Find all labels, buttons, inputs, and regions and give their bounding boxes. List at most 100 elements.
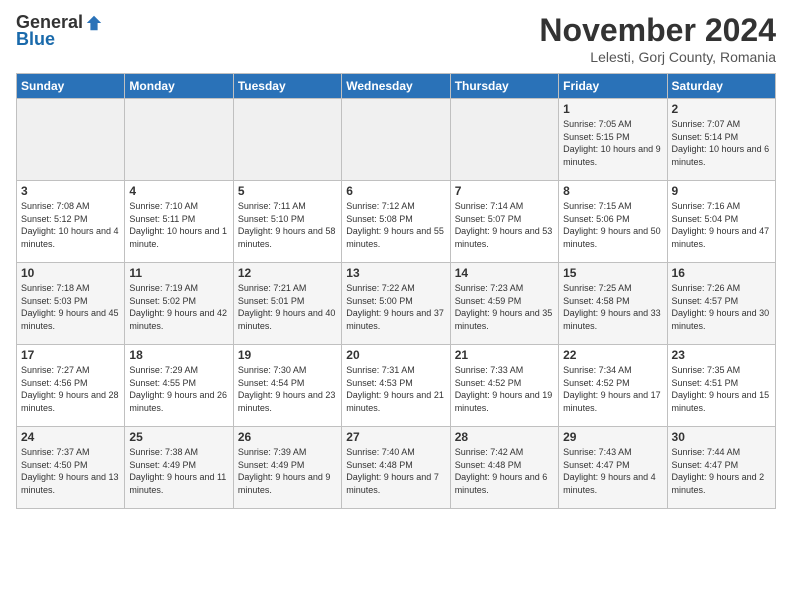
day-info: Sunrise: 7:40 AM Sunset: 4:48 PM Dayligh…	[346, 446, 445, 496]
calendar-cell: 12Sunrise: 7:21 AM Sunset: 5:01 PM Dayli…	[233, 263, 341, 345]
day-header-wednesday: Wednesday	[342, 74, 450, 99]
day-number: 21	[455, 348, 554, 362]
calendar-cell: 1 Sunrise: 7:05 AM Sunset: 5:15 PM Daylig…	[559, 99, 667, 181]
calendar-cell	[125, 99, 233, 181]
calendar-cell: 17 Sunrise: 7:27 AM Sunset: 4:56 PM Dayli…	[17, 345, 125, 427]
day-number: 29	[563, 430, 662, 444]
day-info: Sunrise: 7:08 AM Sunset: 5:12 PM Dayligh…	[21, 200, 120, 250]
day-info: Sunrise: 7:16 AM Sunset: 5:04 PM Dayligh…	[672, 200, 771, 250]
day-number: 13	[346, 266, 445, 280]
calendar-cell: 21 Sunrise: 7:33 AM Sunset: 4:52 PM Dayli…	[450, 345, 558, 427]
day-info: Sunrise: 7:22 AM Sunset: 5:00 PM Dayligh…	[346, 282, 445, 332]
week-row-2: 10Sunrise: 7:18 AM Sunset: 5:03 PM Dayli…	[17, 263, 776, 345]
week-row-1: 3Sunrise: 7:08 AM Sunset: 5:12 PM Daylig…	[17, 181, 776, 263]
day-header-tuesday: Tuesday	[233, 74, 341, 99]
week-row-3: 17 Sunrise: 7:27 AM Sunset: 4:56 PM Dayli…	[17, 345, 776, 427]
day-info: Sunrise: 7:43 AM Sunset: 4:47 PM Dayligh…	[563, 446, 662, 496]
day-info: Sunrise: 7:05 AM Sunset: 5:15 PM Dayligh…	[563, 118, 662, 168]
day-info: Sunrise: 7:14 AM Sunset: 5:07 PM Dayligh…	[455, 200, 554, 250]
day-number: 22	[563, 348, 662, 362]
day-number: 27	[346, 430, 445, 444]
calendar-cell: 2Sunrise: 7:07 AM Sunset: 5:14 PM Daylig…	[667, 99, 775, 181]
day-info: Sunrise: 7:10 AM Sunset: 5:11 PM Dayligh…	[129, 200, 228, 250]
calendar-cell	[233, 99, 341, 181]
day-number: 15	[563, 266, 662, 280]
calendar-cell: 27 Sunrise: 7:40 AM Sunset: 4:48 PM Dayli…	[342, 427, 450, 509]
calendar-cell: 28 Sunrise: 7:42 AM Sunset: 4:48 PM Dayli…	[450, 427, 558, 509]
calendar-cell: 14Sunrise: 7:23 AM Sunset: 4:59 PM Dayli…	[450, 263, 558, 345]
logo-icon	[85, 14, 103, 32]
logo: General Blue	[16, 12, 103, 50]
calendar-cell: 29 Sunrise: 7:43 AM Sunset: 4:47 PM Dayli…	[559, 427, 667, 509]
calendar-header: SundayMondayTuesdayWednesdayThursdayFrid…	[17, 74, 776, 99]
calendar-cell: 18 Sunrise: 7:29 AM Sunset: 4:55 PM Dayli…	[125, 345, 233, 427]
day-number: 16	[672, 266, 771, 280]
header: General Blue November 2024 Lelesti, Gorj…	[16, 12, 776, 65]
calendar-cell	[450, 99, 558, 181]
week-row-4: 24 Sunrise: 7:37 AM Sunset: 4:50 PM Dayli…	[17, 427, 776, 509]
calendar-cell: 19Sunrise: 7:30 AM Sunset: 4:54 PM Dayli…	[233, 345, 341, 427]
day-number: 12	[238, 266, 337, 280]
day-info: Sunrise: 7:39 AM Sunset: 4:49 PM Dayligh…	[238, 446, 337, 496]
calendar-cell: 24 Sunrise: 7:37 AM Sunset: 4:50 PM Dayli…	[17, 427, 125, 509]
calendar-cell: 10Sunrise: 7:18 AM Sunset: 5:03 PM Dayli…	[17, 263, 125, 345]
day-info: Sunrise: 7:11 AM Sunset: 5:10 PM Dayligh…	[238, 200, 337, 250]
day-info: Sunrise: 7:29 AM Sunset: 4:55 PM Dayligh…	[129, 364, 228, 414]
calendar-cell: 25 Sunrise: 7:38 AM Sunset: 4:49 PM Dayli…	[125, 427, 233, 509]
day-number: 2	[672, 102, 771, 116]
calendar-cell: 23Sunrise: 7:35 AM Sunset: 4:51 PM Dayli…	[667, 345, 775, 427]
day-number: 23	[672, 348, 771, 362]
day-header-thursday: Thursday	[450, 74, 558, 99]
month-title: November 2024	[539, 12, 776, 49]
calendar-cell: 3Sunrise: 7:08 AM Sunset: 5:12 PM Daylig…	[17, 181, 125, 263]
calendar-cell: 5 Sunrise: 7:11 AM Sunset: 5:10 PM Daylig…	[233, 181, 341, 263]
day-number: 25	[129, 430, 228, 444]
calendar-body: 1 Sunrise: 7:05 AM Sunset: 5:15 PM Daylig…	[17, 99, 776, 509]
calendar-cell: 4Sunrise: 7:10 AM Sunset: 5:11 PM Daylig…	[125, 181, 233, 263]
calendar-cell: 22 Sunrise: 7:34 AM Sunset: 4:52 PM Dayli…	[559, 345, 667, 427]
day-info: Sunrise: 7:34 AM Sunset: 4:52 PM Dayligh…	[563, 364, 662, 414]
calendar-cell: 26 Sunrise: 7:39 AM Sunset: 4:49 PM Dayli…	[233, 427, 341, 509]
calendar-cell: 20 Sunrise: 7:31 AM Sunset: 4:53 PM Dayli…	[342, 345, 450, 427]
day-number: 18	[129, 348, 228, 362]
header-row: SundayMondayTuesdayWednesdayThursdayFrid…	[17, 74, 776, 99]
day-header-friday: Friday	[559, 74, 667, 99]
day-info: Sunrise: 7:38 AM Sunset: 4:49 PM Dayligh…	[129, 446, 228, 496]
day-number: 28	[455, 430, 554, 444]
day-number: 5	[238, 184, 337, 198]
day-info: Sunrise: 7:25 AM Sunset: 4:58 PM Dayligh…	[563, 282, 662, 332]
day-number: 11	[129, 266, 228, 280]
day-number: 20	[346, 348, 445, 362]
calendar-cell: 30 Sunrise: 7:44 AM Sunset: 4:47 PM Dayli…	[667, 427, 775, 509]
day-info: Sunrise: 7:44 AM Sunset: 4:47 PM Dayligh…	[672, 446, 771, 496]
day-info: Sunrise: 7:37 AM Sunset: 4:50 PM Dayligh…	[21, 446, 120, 496]
day-number: 6	[346, 184, 445, 198]
calendar-cell	[17, 99, 125, 181]
title-block: November 2024 Lelesti, Gorj County, Roma…	[539, 12, 776, 65]
calendar-cell: 7 Sunrise: 7:14 AM Sunset: 5:07 PM Daylig…	[450, 181, 558, 263]
day-number: 7	[455, 184, 554, 198]
day-number: 17	[21, 348, 120, 362]
day-header-monday: Monday	[125, 74, 233, 99]
day-info: Sunrise: 7:12 AM Sunset: 5:08 PM Dayligh…	[346, 200, 445, 250]
day-info: Sunrise: 7:15 AM Sunset: 5:06 PM Dayligh…	[563, 200, 662, 250]
calendar-cell: 8Sunrise: 7:15 AM Sunset: 5:06 PM Daylig…	[559, 181, 667, 263]
page: General Blue November 2024 Lelesti, Gorj…	[0, 0, 792, 612]
calendar-cell	[342, 99, 450, 181]
calendar-cell: 9 Sunrise: 7:16 AM Sunset: 5:04 PM Daylig…	[667, 181, 775, 263]
day-info: Sunrise: 7:31 AM Sunset: 4:53 PM Dayligh…	[346, 364, 445, 414]
day-number: 24	[21, 430, 120, 444]
day-number: 26	[238, 430, 337, 444]
day-number: 30	[672, 430, 771, 444]
day-header-sunday: Sunday	[17, 74, 125, 99]
day-info: Sunrise: 7:30 AM Sunset: 4:54 PM Dayligh…	[238, 364, 337, 414]
logo-blue: Blue	[16, 29, 55, 50]
calendar-cell: 11Sunrise: 7:19 AM Sunset: 5:02 PM Dayli…	[125, 263, 233, 345]
day-number: 1	[563, 102, 662, 116]
day-info: Sunrise: 7:23 AM Sunset: 4:59 PM Dayligh…	[455, 282, 554, 332]
calendar-cell: 6 Sunrise: 7:12 AM Sunset: 5:08 PM Daylig…	[342, 181, 450, 263]
day-number: 9	[672, 184, 771, 198]
day-info: Sunrise: 7:42 AM Sunset: 4:48 PM Dayligh…	[455, 446, 554, 496]
day-info: Sunrise: 7:27 AM Sunset: 4:56 PM Dayligh…	[21, 364, 120, 414]
day-info: Sunrise: 7:33 AM Sunset: 4:52 PM Dayligh…	[455, 364, 554, 414]
